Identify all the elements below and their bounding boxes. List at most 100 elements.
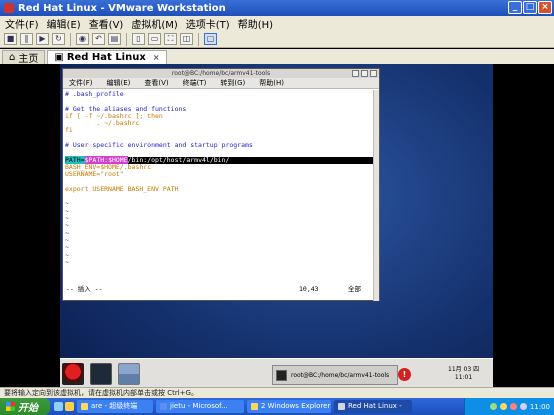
menu-file[interactable]: 文件(F) <box>5 16 39 31</box>
security-icon[interactable] <box>509 403 517 410</box>
taskbar-button-label: are - 超级终端 <box>91 402 138 410</box>
close-button[interactable]: × <box>538 1 552 14</box>
tab-home-label: 主页 <box>18 54 39 65</box>
terminal-launcher-icon[interactable] <box>90 363 112 385</box>
menu-view[interactable]: 查看(V) <box>89 16 124 31</box>
guest-date: 11月 03 四 <box>448 366 480 373</box>
show-desktop-icon[interactable] <box>54 402 63 411</box>
windows-taskbar: 开始 are - 超级终端 jietu - Microsof... 2 Wind… <box>0 398 554 415</box>
vim-tilde-line: ~ <box>65 243 69 252</box>
workspace-switcher-icon[interactable] <box>118 363 140 385</box>
vim-status-line: -- 插入 -- 10,43 全部 <box>63 285 379 293</box>
vim-tilde-line: ~ <box>65 250 69 259</box>
window-title: Red Hat Linux - VMware Workstation <box>18 2 226 14</box>
taskbar-button-terminal[interactable]: are - 超级终端 <box>77 400 153 413</box>
toolbar-separator <box>70 32 71 46</box>
vmware-icon <box>338 403 345 410</box>
show-sidebar-icon[interactable]: ▯ <box>132 33 145 45</box>
vmware-menubar: 文件(F) 编辑(E) 查看(V) 虚拟机(M) 选项卡(T) 帮助(H) <box>0 16 554 31</box>
vim-tilde-line: ~ <box>65 257 69 266</box>
terminal-scrollbar[interactable] <box>373 90 379 301</box>
hyperterminal-icon <box>81 403 88 410</box>
network-icon[interactable] <box>489 403 497 410</box>
taskbar-button-label: jietu - Microsof... <box>170 402 228 410</box>
terminal-menubar: 文件(F) 编辑(E) 查看(V) 终端(T) 转到(G) 帮助(H) <box>63 78 379 89</box>
quick-switch-icon[interactable]: ◫ <box>180 33 193 45</box>
vim-tilde-line: ~ <box>65 199 69 208</box>
power-on-icon[interactable]: ▶ <box>36 33 49 45</box>
tab-home[interactable]: ⌂ 主页 <box>2 50 46 65</box>
terminal-close-button[interactable] <box>370 70 377 77</box>
folder-icon <box>251 403 258 410</box>
vim-tilde-line: ~ <box>65 228 69 237</box>
volume-icon[interactable] <box>499 403 507 410</box>
taskbar-button-word[interactable]: jietu - Microsof... <box>156 400 244 413</box>
vim-line: fi <box>65 126 73 135</box>
explorer-quicklaunch-icon[interactable] <box>65 402 74 411</box>
vim-line: export USERNAME BASH_ENV PATH <box>65 184 179 193</box>
start-button[interactable]: 开始 <box>0 398 50 415</box>
reset-icon[interactable]: ↻ <box>52 33 65 45</box>
terminal-menu-help[interactable]: 帮助(H) <box>259 78 284 88</box>
snapshot-manager-icon[interactable]: ▤ <box>108 33 121 45</box>
taskbar-button-explorer[interactable]: 2 Windows Explorer <box>247 400 331 413</box>
menu-vm[interactable]: 虚拟机(M) <box>131 16 177 31</box>
alert-icon[interactable]: ! <box>398 368 411 381</box>
revert-snapshot-icon[interactable]: ↶ <box>92 33 105 45</box>
toolbar-separator <box>126 32 127 46</box>
terminal-menu-go[interactable]: 转到(G) <box>220 78 245 88</box>
minimize-button[interactable]: _ <box>508 1 522 14</box>
terminal-maximize-button[interactable] <box>361 70 368 77</box>
taskbar-button-label: 2 Windows Explorer <box>261 402 331 410</box>
vmware-app-icon <box>4 3 14 13</box>
tab-close-button[interactable]: × <box>153 53 160 62</box>
guest-time: 11:01 <box>454 374 473 381</box>
maximize-button[interactable]: □ <box>523 1 537 14</box>
snapshot-icon[interactable]: ◉ <box>76 33 89 45</box>
vim-tilde-line: ~ <box>65 206 69 215</box>
vim-line: # User specific environment and startup … <box>65 141 253 150</box>
vim-line: # .bash_profile <box>65 90 124 98</box>
word-icon <box>160 403 167 410</box>
vmware-title-bar[interactable]: Red Hat Linux - VMware Workstation _ □ × <box>0 0 554 16</box>
menu-edit[interactable]: 编辑(E) <box>47 16 81 31</box>
redhat-menu-icon[interactable] <box>62 363 84 385</box>
vim-mode: -- 插入 -- <box>66 285 103 293</box>
show-console-icon[interactable]: ▭ <box>148 33 161 45</box>
terminal-menu-file[interactable]: 文件(F) <box>69 78 93 88</box>
terminal-icon <box>276 370 287 381</box>
tab-vm-label: Red Hat Linux <box>66 52 146 63</box>
home-icon: ⌂ <box>9 52 16 63</box>
terminal-menu-edit[interactable]: 编辑(E) <box>107 78 131 88</box>
windows-logo-icon <box>6 402 15 411</box>
vmware-toolbar: ■ ‖ ▶ ↻ ◉ ↶ ▤ ▯ ▭ ⛶ ◫ ▢ <box>0 31 554 48</box>
tab-red-hat-linux[interactable]: ▣ Red Hat Linux × <box>47 50 167 64</box>
guest-task-label: root@BC:/home/bc/armv41-tools <box>291 372 390 379</box>
terminal-window[interactable]: root@BC:/home/bc/armv41-tools 文件(F) 编辑(E… <box>62 68 380 301</box>
quick-launch <box>54 402 74 411</box>
power-off-icon[interactable]: ■ <box>4 33 17 45</box>
terminal-title: root@BC:/home/bc/armv41-tools <box>171 70 271 77</box>
taskbar-clock[interactable]: 11:00 <box>530 403 550 411</box>
taskbar-button-label: Red Hat Linux - <box>348 402 402 410</box>
toolbar-separator <box>198 32 199 46</box>
terminal-text-area[interactable]: # .bash_profile # Get the aliases and fu… <box>63 89 379 293</box>
vim-cursor-position: 10,43 <box>299 285 319 293</box>
guest-border-right <box>493 64 554 393</box>
input-method-icon[interactable] <box>519 403 527 410</box>
guest-clock[interactable]: 11月 03 四 11:01 <box>448 366 479 382</box>
console-view-icon[interactable]: ▢ <box>204 33 217 45</box>
terminal-menu-view[interactable]: 查看(V) <box>144 78 168 88</box>
vmware-tab-strip: ⌂ 主页 ▣ Red Hat Linux × <box>0 49 554 65</box>
menu-help[interactable]: 帮助(H) <box>238 16 273 31</box>
vim-tilde-line: ~ <box>65 221 69 230</box>
menu-tabs[interactable]: 选项卡(T) <box>186 16 230 31</box>
guest-task-button[interactable]: root@BC:/home/bc/armv41-tools <box>272 365 398 385</box>
terminal-title-bar[interactable]: root@BC:/home/bc/armv41-tools <box>63 69 379 78</box>
taskbar-button-vmware[interactable]: Red Hat Linux - <box>334 400 412 413</box>
terminal-menu-terminal[interactable]: 终端(T) <box>183 78 207 88</box>
system-tray: 11:00 <box>464 398 554 415</box>
pause-icon[interactable]: ‖ <box>20 33 33 45</box>
terminal-minimize-button[interactable] <box>352 70 359 77</box>
full-screen-icon[interactable]: ⛶ <box>164 33 177 45</box>
